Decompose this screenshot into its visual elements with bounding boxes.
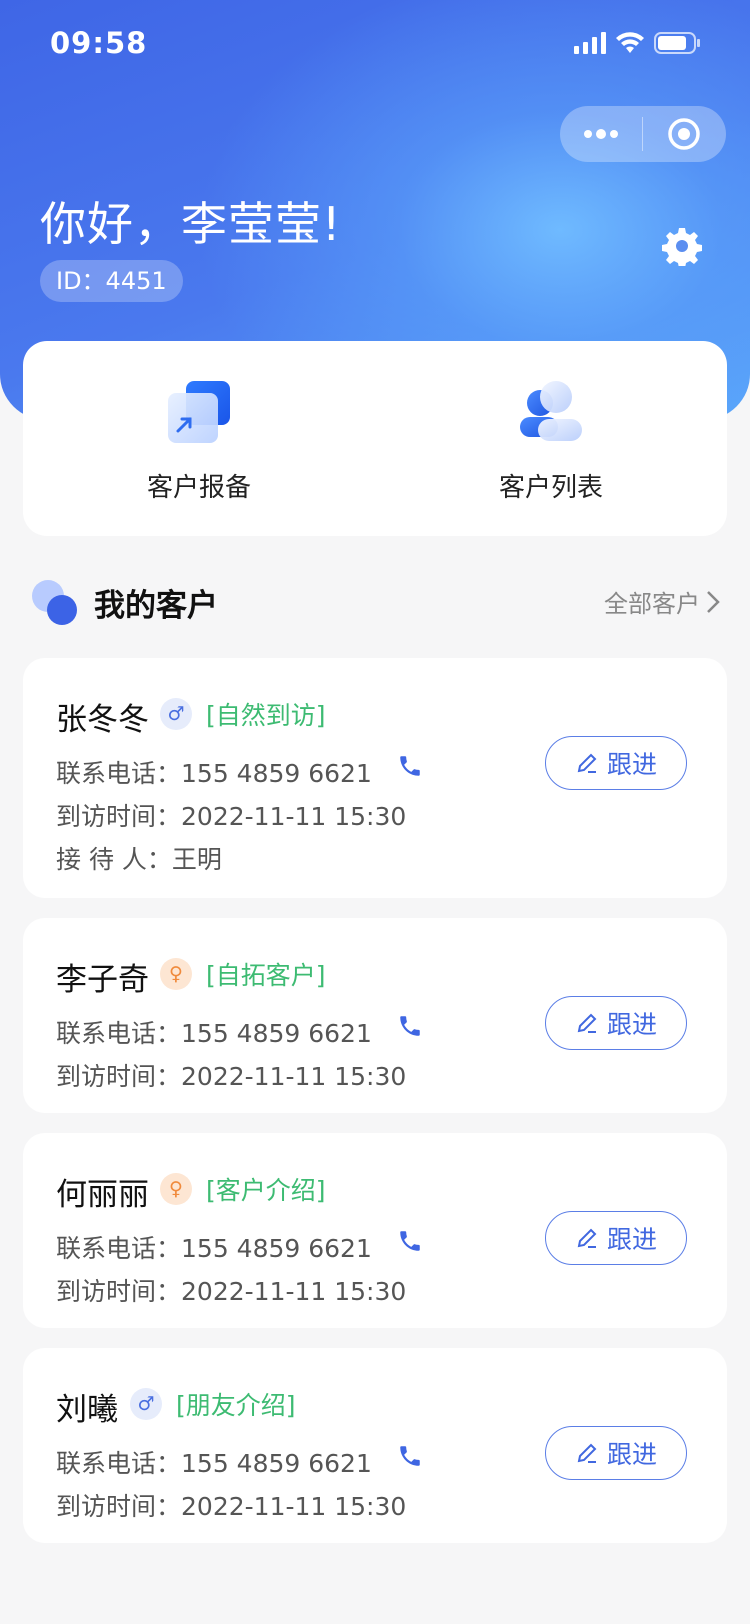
visit-label: 到访时间： <box>56 802 182 831</box>
phone-icon[interactable] <box>397 753 423 779</box>
edit-pen-icon <box>577 1013 597 1033</box>
my-customers-header: 我的客户 全部客户 <box>28 574 720 626</box>
status-time: 09:58 <box>50 26 148 60</box>
phone-icon[interactable] <box>397 1443 423 1469</box>
visit-label: 到访时间： <box>56 1062 182 1091</box>
customer-name: 李子奇 <box>56 962 149 998</box>
wifi-icon <box>616 32 644 53</box>
greeting-title: 你好，李莹莹! <box>40 197 342 251</box>
customer-name: 刘曦 <box>56 1392 118 1428</box>
phone-number: 155 4859 6621 <box>181 759 372 788</box>
visit-time: 2022-11-11 15:30 <box>181 802 407 831</box>
visit-time-row: 到访时间：2022-11-11 15:30 <box>56 797 406 833</box>
follow-up-label: 跟进 <box>606 1010 657 1039</box>
edit-pen-icon <box>577 1228 597 1248</box>
target-icon <box>668 118 700 150</box>
phone-row: 联系电话：155 4859 6621 <box>56 1444 372 1480</box>
follow-up-button[interactable]: 跟进 <box>545 1211 687 1265</box>
customer-name: 何丽丽 <box>56 1177 149 1213</box>
follow-up-button[interactable]: 跟进 <box>545 1426 687 1480</box>
phone-icon[interactable] <box>397 1013 423 1039</box>
female-gender-icon: ♀ <box>160 958 192 990</box>
customer-report-label: 客户报备 <box>146 473 251 503</box>
customer-card: 刘曦 ♂ [朋友介绍] 联系电话：155 4859 6621 到访时间：2022… <box>23 1348 727 1543</box>
close-mini-program-button[interactable] <box>643 106 725 162</box>
female-gender-icon: ♀ <box>160 1173 192 1205</box>
phone-number: 155 4859 6621 <box>181 1449 372 1478</box>
phone-number: 155 4859 6621 <box>181 1019 372 1048</box>
customer-card: 李子奇 ♀ [自拓客户] 联系电话：155 4859 6621 到访时间：202… <box>23 918 727 1113</box>
battery-icon <box>654 32 700 54</box>
visit-time-row: 到访时间：2022-11-11 15:30 <box>56 1487 406 1523</box>
male-gender-icon: ♂ <box>160 698 192 730</box>
visit-time-row: 到访时间：2022-11-11 15:30 <box>56 1272 406 1308</box>
visit-time: 2022-11-11 15:30 <box>181 1492 407 1521</box>
more-dots-icon <box>584 129 618 139</box>
user-list-icon <box>520 381 582 441</box>
phone-label: 联系电话： <box>56 759 182 788</box>
visit-label: 到访时间： <box>56 1492 182 1521</box>
customer-report-button[interactable]: 客户报备 <box>23 341 375 536</box>
phone-icon[interactable] <box>397 1228 423 1254</box>
visit-time: 2022-11-11 15:30 <box>181 1062 407 1091</box>
all-customers-link[interactable]: 全部客户 <box>604 584 720 619</box>
edit-pen-icon <box>577 753 597 773</box>
customer-source-tag: [自然到访] <box>206 701 326 730</box>
visit-time: 2022-11-11 15:30 <box>181 1277 407 1306</box>
phone-label: 联系电话： <box>56 1234 182 1263</box>
more-button[interactable] <box>560 106 642 162</box>
report-icon <box>168 381 230 443</box>
follow-up-label: 跟进 <box>606 1440 657 1469</box>
male-gender-icon: ♂ <box>130 1388 162 1420</box>
customer-source-tag: [自拓客户] <box>206 961 326 990</box>
customer-source-tag: [朋友介绍] <box>176 1391 296 1420</box>
phone-row: 联系电话：155 4859 6621 <box>56 1014 372 1050</box>
follow-up-button[interactable]: 跟进 <box>545 736 687 790</box>
receiver-row: 接 待 人：王明 <box>56 840 222 876</box>
section-dots-icon <box>32 580 77 625</box>
customer-list-label: 客户列表 <box>498 473 603 503</box>
customer-card: 何丽丽 ♀ [客户介绍] 联系电话：155 4859 6621 到访时间：202… <box>23 1133 727 1328</box>
follow-up-label: 跟进 <box>606 1225 657 1254</box>
customer-source-tag: [客户介绍] <box>206 1176 326 1205</box>
phone-label: 联系电话： <box>56 1449 182 1478</box>
follow-up-button[interactable]: 跟进 <box>545 996 687 1050</box>
status-bar: 09:58 <box>50 26 700 62</box>
receiver-name: 王明 <box>171 845 222 874</box>
customer-name: 张冬冬 <box>56 702 149 738</box>
phone-row: 联系电话：155 4859 6621 <box>56 1229 372 1265</box>
visit-label: 到访时间： <box>56 1277 182 1306</box>
section-title: 我的客户 <box>94 588 218 624</box>
phone-row: 联系电话：155 4859 6621 <box>56 754 372 790</box>
settings-gear-icon[interactable] <box>662 226 702 266</box>
signal-icon <box>574 32 606 54</box>
follow-up-label: 跟进 <box>606 750 657 779</box>
edit-pen-icon <box>577 1443 597 1463</box>
mini-program-capsule <box>560 106 726 162</box>
phone-number: 155 4859 6621 <box>181 1234 372 1263</box>
user-id-badge: ID：4451 <box>40 260 183 302</box>
chevron-right-icon <box>707 590 720 613</box>
customer-list-button[interactable]: 客户列表 <box>375 341 727 536</box>
phone-label: 联系电话： <box>56 1019 182 1048</box>
receiver-label: 接 待 人： <box>56 845 172 874</box>
customer-card: 张冬冬 ♂ [自然到访] 联系电话：155 4859 6621 到访时间：202… <box>23 658 727 898</box>
all-customers-label: 全部客户 <box>604 590 700 618</box>
visit-time-row: 到访时间：2022-11-11 15:30 <box>56 1057 406 1093</box>
quick-actions-card: 客户报备 客户列表 <box>23 341 727 536</box>
